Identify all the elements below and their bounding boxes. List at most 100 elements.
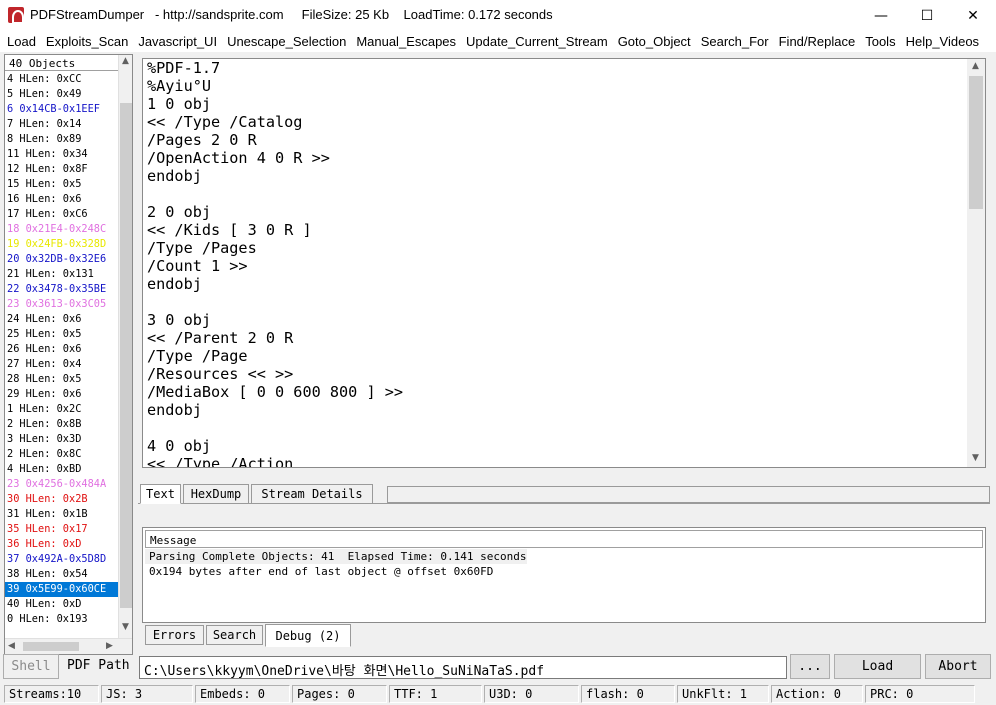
code-line[interactable]: << /Parent 2 0 R (147, 329, 403, 347)
object-list-item[interactable]: 6 0x14CB-0x1EEF (5, 102, 118, 117)
code-line[interactable]: /OpenAction 4 0 R >> (147, 149, 403, 167)
object-list-item[interactable]: 17 HLen: 0xC6 (5, 207, 118, 222)
menu-exploits-scan[interactable]: Exploits_Scan (41, 34, 133, 49)
menu-load[interactable]: Load (2, 34, 41, 49)
object-list-item[interactable]: 24 HLen: 0x6 (5, 312, 118, 327)
object-list-item[interactable]: 37 0x492A-0x5D8D (5, 552, 118, 567)
code-line[interactable]: /Type /Page (147, 347, 403, 365)
object-list-item[interactable]: 27 HLen: 0x4 (5, 357, 118, 372)
pdf-path-input[interactable]: C:\Users\kkyym\OneDrive\바탕 화면\Hello_SuNi… (139, 656, 787, 679)
code-line[interactable]: /Resources << >> (147, 365, 403, 383)
browse-button[interactable]: ... (790, 654, 830, 679)
object-list-item[interactable]: 8 HLen: 0x89 (5, 132, 118, 147)
tab-debug[interactable]: Debug (2) (265, 624, 351, 647)
object-list-item[interactable]: 21 HLen: 0x131 (5, 267, 118, 282)
object-list-item[interactable]: 35 HLen: 0x17 (5, 522, 118, 537)
object-list-item[interactable]: 12 HLen: 0x8F (5, 162, 118, 177)
code-line[interactable]: << /Type /Catalog (147, 113, 403, 131)
scroll-thumb[interactable] (23, 642, 79, 651)
object-list-item[interactable]: 2 HLen: 0x8C (5, 447, 118, 462)
scroll-down-arrow-icon[interactable]: ▼ (122, 622, 129, 632)
code-line[interactable] (147, 419, 403, 437)
code-line[interactable] (147, 185, 403, 203)
code-line[interactable]: endobj (147, 401, 403, 419)
scroll-thumb[interactable] (969, 76, 983, 209)
message-panel[interactable]: Message Parsing Complete Objects: 41 Ela… (142, 527, 986, 623)
object-list-item[interactable]: 2 HLen: 0x8B (5, 417, 118, 432)
object-list-item[interactable]: 0 HLen: 0x193 (5, 612, 118, 627)
object-list-item[interactable]: 38 HLen: 0x54 (5, 567, 118, 582)
object-list-header[interactable]: 40 Objects (5, 55, 118, 71)
message-row[interactable]: Parsing Complete Objects: 41 Elapsed Tim… (145, 549, 527, 564)
editor-vertical-scrollbar[interactable]: ▲ ▼ (967, 59, 985, 467)
scroll-thumb[interactable] (120, 103, 132, 608)
object-list-item[interactable]: 31 HLen: 0x1B (5, 507, 118, 522)
code-line[interactable]: 2 0 obj (147, 203, 403, 221)
object-list-item[interactable]: 19 0x24FB-0x328D (5, 237, 118, 252)
object-list-item[interactable]: 5 HLen: 0x49 (5, 87, 118, 102)
code-line[interactable]: %PDF-1.7 (147, 59, 403, 77)
object-list-item[interactable]: 39 0x5E99-0x60CE (5, 582, 118, 597)
code-line[interactable]: /Count 1 >> (147, 257, 403, 275)
code-line[interactable]: 4 0 obj (147, 437, 403, 455)
scroll-right-arrow-icon[interactable]: ▶ (106, 641, 113, 651)
object-list-item[interactable]: 26 HLen: 0x6 (5, 342, 118, 357)
object-list-item[interactable]: 28 HLen: 0x5 (5, 372, 118, 387)
menu-goto-object[interactable]: Goto_Object (613, 34, 696, 49)
menu-manual-escapes[interactable]: Manual_Escapes (351, 34, 461, 49)
code-line[interactable]: endobj (147, 167, 403, 185)
message-row[interactable]: 0x194 bytes after end of last object @ o… (145, 564, 527, 579)
object-list-item[interactable]: 20 0x32DB-0x32E6 (5, 252, 118, 267)
object-list-item[interactable]: 16 HLen: 0x6 (5, 192, 118, 207)
code-line[interactable]: /Pages 2 0 R (147, 131, 403, 149)
shell-button[interactable]: Shell (3, 654, 59, 679)
menu-unescape-selection[interactable]: Unescape_Selection (222, 34, 351, 49)
object-list-item[interactable]: 23 0x4256-0x484A (5, 477, 118, 492)
close-button[interactable]: ✕ (950, 0, 996, 31)
object-list-item[interactable]: 11 HLen: 0x34 (5, 147, 118, 162)
code-line[interactable]: /MediaBox [ 0 0 600 800 ] >> (147, 383, 403, 401)
code-line[interactable] (147, 293, 403, 311)
abort-button[interactable]: Abort (925, 654, 991, 679)
object-list-item[interactable]: 25 HLen: 0x5 (5, 327, 118, 342)
object-list-item[interactable]: 15 HLen: 0x5 (5, 177, 118, 192)
object-list-vertical-scrollbar[interactable]: ▲ ▼ (118, 55, 132, 638)
code-line[interactable]: /Type /Pages (147, 239, 403, 257)
object-list-item[interactable]: 4 HLen: 0xBD (5, 462, 118, 477)
object-list-item[interactable]: 22 0x3478-0x35BE (5, 282, 118, 297)
menu-javascript-ui[interactable]: Javascript_UI (133, 34, 222, 49)
tab-text[interactable]: Text (140, 484, 181, 504)
code-line[interactable]: 3 0 obj (147, 311, 403, 329)
maximize-button[interactable]: ☐ (904, 0, 950, 31)
code-line[interactable]: << /Kids [ 3 0 R ] (147, 221, 403, 239)
scroll-up-arrow-icon[interactable]: ▲ (972, 61, 979, 71)
object-list-item[interactable]: 40 HLen: 0xD (5, 597, 118, 612)
object-list-item[interactable]: 30 HLen: 0x2B (5, 492, 118, 507)
scroll-left-arrow-icon[interactable]: ◀ (8, 641, 15, 651)
minimize-button[interactable]: — (858, 0, 904, 31)
menu-help-videos[interactable]: Help_Videos (901, 34, 984, 49)
editor-content[interactable]: %PDF-1.7 %Ayiu°U 1 0 obj << /Type /Catalog /… (147, 59, 403, 467)
tab-hexdump[interactable]: HexDump (183, 484, 249, 504)
stream-text-editor[interactable]: %PDF-1.7 %Ayiu°U 1 0 obj << /Type /Catalog /… (142, 58, 986, 468)
object-list-horizontal-scrollbar[interactable]: ◀ ▶ (5, 638, 132, 654)
scroll-up-arrow-icon[interactable]: ▲ (122, 56, 129, 66)
tab-stream-details[interactable]: Stream Details (251, 484, 373, 504)
object-list-item[interactable]: 1 HLen: 0x2C (5, 402, 118, 417)
code-line[interactable]: 1 0 obj (147, 95, 403, 113)
object-list[interactable]: 40 Objects 4 HLen: 0xCC 5 HLen: 0x49 6 0x1… (4, 54, 133, 655)
object-list-item[interactable]: 23 0x3613-0x3C05 (5, 297, 118, 312)
object-list-item[interactable]: 4 HLen: 0xCC (5, 72, 118, 87)
load-button[interactable]: Load (834, 654, 921, 679)
object-list-item[interactable]: 18 0x21E4-0x248C (5, 222, 118, 237)
menu-tools[interactable]: Tools (860, 34, 900, 49)
object-list-item[interactable]: 29 HLen: 0x6 (5, 387, 118, 402)
scroll-down-arrow-icon[interactable]: ▼ (972, 453, 979, 463)
message-column-header[interactable]: Message (145, 530, 983, 548)
object-list-item[interactable]: 3 HLen: 0x3D (5, 432, 118, 447)
tab-errors[interactable]: Errors (145, 625, 204, 645)
code-line[interactable]: << /Type /Action (147, 455, 403, 467)
tab-search[interactable]: Search (206, 625, 263, 645)
menu-search-for[interactable]: Search_For (696, 34, 774, 49)
object-list-item[interactable]: 7 HLen: 0x14 (5, 117, 118, 132)
